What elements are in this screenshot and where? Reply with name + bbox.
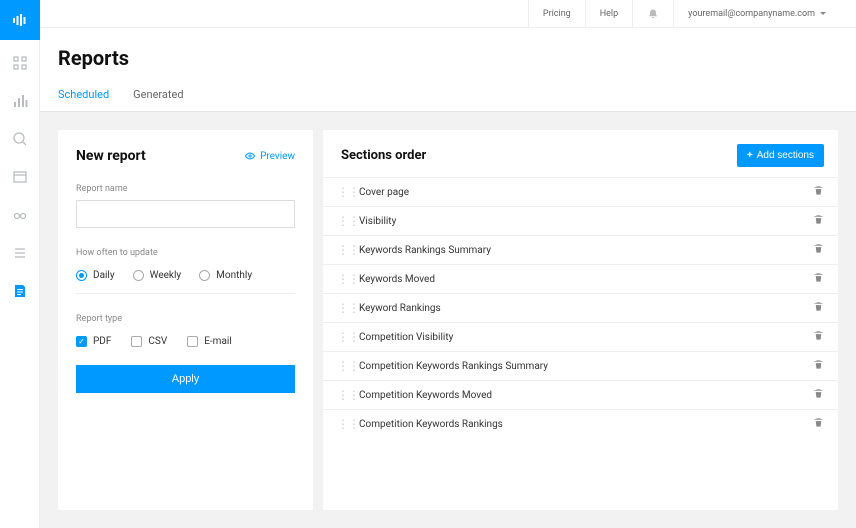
freq-monthly[interactable]: Monthly	[199, 270, 252, 281]
new-report-title: New report	[76, 148, 146, 164]
topbar-help[interactable]: Help	[585, 0, 632, 27]
add-sections-label: Add sections	[757, 150, 814, 161]
bell-icon	[647, 8, 659, 20]
trash-icon[interactable]	[813, 330, 824, 344]
topbar-account[interactable]: youremail@companyname.com	[673, 0, 840, 27]
plus-icon: +	[747, 150, 753, 161]
nav-browser-icon[interactable]	[11, 168, 29, 186]
section-list: ⋮⋮ Cover page ⋮⋮ Visibility ⋮⋮ Keywords …	[323, 177, 838, 510]
checkbox-icon	[187, 336, 198, 347]
trash-icon[interactable]	[813, 388, 824, 402]
trash-icon[interactable]	[813, 185, 824, 199]
freq-daily-label: Daily	[93, 270, 115, 281]
frequency-group: Daily Weekly Monthly	[76, 264, 295, 294]
section-row: ⋮⋮ Competition Keywords Moved	[323, 380, 838, 409]
main: Pricing Help youremail@companyname.com R…	[40, 0, 856, 528]
type-group: ✓ PDF CSV E-mail	[76, 330, 295, 365]
radio-icon	[76, 270, 87, 281]
topbar: Pricing Help youremail@companyname.com	[40, 0, 856, 28]
caret-down-icon	[820, 12, 826, 15]
section-row: ⋮⋮ Competition Keywords Rankings	[323, 409, 838, 438]
trash-icon[interactable]	[813, 359, 824, 373]
page-header: Reports	[40, 28, 856, 70]
checkbox-icon	[131, 336, 142, 347]
type-label: Report type	[76, 314, 295, 324]
content: New report Preview Report name How often…	[40, 112, 856, 528]
section-row: ⋮⋮ Competition Visibility	[323, 322, 838, 351]
trash-icon[interactable]	[813, 272, 824, 286]
page-title: Reports	[58, 46, 838, 70]
sidebar	[0, 0, 40, 528]
tabs: Scheduled Generated	[40, 70, 856, 112]
eye-icon	[244, 150, 256, 162]
trash-icon[interactable]	[813, 214, 824, 228]
section-row: ⋮⋮ Keywords Moved	[323, 264, 838, 293]
trash-icon[interactable]	[813, 417, 824, 431]
section-label: Keyword Rankings	[359, 303, 813, 314]
sections-order-panel: Sections order + Add sections ⋮⋮ Cover p…	[323, 130, 838, 510]
topbar-notifications[interactable]	[632, 0, 673, 27]
section-row: ⋮⋮ Keyword Rankings	[323, 293, 838, 322]
report-name-input[interactable]	[76, 200, 295, 228]
section-label: Competition Keywords Rankings	[359, 419, 813, 430]
type-email[interactable]: E-mail	[187, 336, 232, 347]
frequency-label: How often to update	[76, 248, 295, 258]
nav-dashboard-icon[interactable]	[11, 54, 29, 72]
section-label: Competition Keywords Rankings Summary	[359, 361, 813, 372]
report-name-label: Report name	[76, 184, 295, 194]
freq-monthly-label: Monthly	[216, 270, 252, 281]
nav-list-icon[interactable]	[11, 244, 29, 262]
type-email-label: E-mail	[204, 336, 232, 347]
radio-icon	[133, 270, 144, 281]
type-csv-label: CSV	[148, 336, 167, 347]
topbar-pricing[interactable]: Pricing	[528, 0, 585, 27]
section-label: Keywords Rankings Summary	[359, 245, 813, 256]
logo[interactable]	[0, 0, 40, 40]
new-report-panel: New report Preview Report name How often…	[58, 130, 313, 510]
tab-generated[interactable]: Generated	[133, 88, 183, 111]
section-row: ⋮⋮ Competition Keywords Rankings Summary	[323, 351, 838, 380]
type-csv[interactable]: CSV	[131, 336, 167, 347]
section-label: Competition Visibility	[359, 332, 813, 343]
freq-daily[interactable]: Daily	[76, 270, 115, 281]
section-label: Cover page	[359, 187, 813, 198]
section-row: ⋮⋮ Visibility	[323, 206, 838, 235]
trash-icon[interactable]	[813, 301, 824, 315]
preview-button[interactable]: Preview	[244, 150, 295, 162]
nav-glasses-icon[interactable]	[11, 206, 29, 224]
section-label: Keywords Moved	[359, 274, 813, 285]
account-email: youremail@companyname.com	[688, 9, 815, 19]
section-label: Visibility	[359, 216, 813, 227]
add-sections-button[interactable]: + Add sections	[737, 144, 824, 167]
checkbox-icon: ✓	[76, 336, 87, 347]
freq-weekly-label: Weekly	[150, 270, 182, 281]
tab-scheduled[interactable]: Scheduled	[58, 88, 109, 111]
trash-icon[interactable]	[813, 243, 824, 257]
section-row: ⋮⋮ Cover page	[323, 177, 838, 206]
type-pdf[interactable]: ✓ PDF	[76, 336, 111, 347]
type-pdf-label: PDF	[93, 336, 111, 347]
freq-weekly[interactable]: Weekly	[133, 270, 182, 281]
preview-label: Preview	[260, 151, 295, 162]
radio-icon	[199, 270, 210, 281]
nav-search-icon[interactable]	[11, 130, 29, 148]
nav-analytics-icon[interactable]	[11, 92, 29, 110]
sections-title: Sections order	[341, 148, 426, 163]
section-label: Competition Keywords Moved	[359, 390, 813, 401]
section-row: ⋮⋮ Keywords Rankings Summary	[323, 235, 838, 264]
nav-reports-icon[interactable]	[11, 282, 29, 300]
apply-button[interactable]: Apply	[76, 365, 295, 393]
